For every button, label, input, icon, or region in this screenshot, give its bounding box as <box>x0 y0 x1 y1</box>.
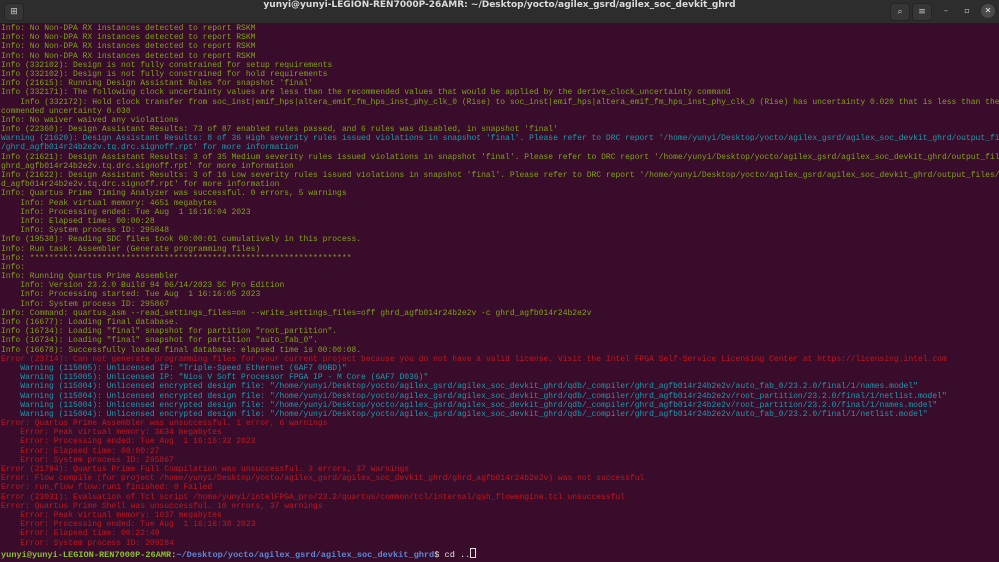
info-line: Info (16734): Loading "final" snapshot f… <box>1 336 318 346</box>
error-line: Error: run_flow flow:run1 finished: 0 Fa… <box>1 483 213 493</box>
warning-line: Warning (115004): Unlicensed encrypted d… <box>1 391 947 401</box>
info-line: Info (16678): Successfully loaded final … <box>1 345 362 355</box>
info-line: Info: No Non-DPA RX instances detected t… <box>1 33 256 43</box>
warning-line: Warning (115005): Unlicensed IP: "Nios V… <box>1 373 429 383</box>
info-line: Info (21622): Design Assistant Results: … <box>1 171 999 180</box>
info-line: Info: No Non-DPA RX instances detected t… <box>1 24 256 33</box>
shell-prompt-line[interactable]: yunyi@yunyi-LEGION-REN7000P-26AMR:~/Desk… <box>1 547 999 560</box>
info-line: Info: No Non-DPA RX instances detected t… <box>1 42 256 52</box>
info-line: Info: Processing started: Tue Aug 1 16:1… <box>1 290 261 300</box>
info-line: Info: Command: quartus_asm --read_settin… <box>1 308 592 318</box>
info-line: Info: Elapsed time: 00:00:28 <box>1 216 155 226</box>
info-line: Info: Run task: Assembler (Generate prog… <box>1 244 261 254</box>
prompt-symbol: $ <box>434 549 445 560</box>
info-line: Info (332102): Design is not fully const… <box>1 69 328 79</box>
info-line: commended uncertainty 0.030 <box>1 106 131 116</box>
warning-line: Warning (115005): Unlicensed IP: "Triple… <box>1 363 347 373</box>
maximize-button[interactable]: ▫ <box>960 4 974 18</box>
info-line: Info (332171): The following clock uncer… <box>1 88 731 98</box>
warning-line: /ghrd_agfb014r24b2e2v.tq.drc.signoff.rpt… <box>1 143 299 153</box>
info-line: Info: No waiver waived any violations <box>1 115 179 125</box>
info-line: Info: System process ID: 295867 <box>1 299 170 309</box>
warning-line: Warning (115004): Unlicensed encrypted d… <box>1 409 928 419</box>
error-line: Error: Peak virtual memory: 3634 megabyt… <box>1 428 222 438</box>
info-line: Info: System process ID: 295848 <box>1 226 170 236</box>
info-line: Info (22360): Design Assistant Results: … <box>1 125 558 135</box>
text-cursor <box>470 547 477 558</box>
warning-line: Warning (21620): Design Assistant Result… <box>1 134 999 144</box>
info-line: Info: Version 23.2.0 Build 94 06/14/2023… <box>1 281 285 291</box>
minimize-button[interactable]: – <box>939 4 953 18</box>
prompt-user-host: yunyi@yunyi-LEGION-REN7000P-26AMR <box>1 549 172 560</box>
error-line: Error (21794): Quartus Prime Full Compil… <box>1 465 410 474</box>
info-line: Info: Running Quartus Prime Assembler <box>1 272 179 282</box>
prompt-path: ~/Desktop/yocto/agilex_gsrd/agilex_soc_d… <box>176 549 435 560</box>
terminal-output[interactable]: Info: No Non-DPA RX instances detected t… <box>1 24 999 562</box>
warning-line: Warning (115004): Unlicensed encrypted d… <box>1 382 918 392</box>
info-line: Info: Processing ended: Tue Aug 1 16:16:… <box>1 207 251 217</box>
info-line: Info (16734): Loading "final" snapshot f… <box>1 327 338 337</box>
error-line: Error (23031): Evaluation of Tcl script … <box>1 492 626 502</box>
title-bar: ⊞ yunyi@yunyi-LEGION-REN7000P-26AMR: ~/D… <box>0 0 999 24</box>
error-line: Error: Quartus Prime Assembler was unsuc… <box>1 419 328 429</box>
maximize-icon: ▫ <box>964 6 970 15</box>
info-line: Info: Quartus Prime Timing Analyzer was … <box>1 189 347 199</box>
info-line: Info: **********************************… <box>1 253 352 263</box>
info-line: Info: <box>1 262 30 272</box>
warning-line: Warning (115004): Unlicensed encrypted d… <box>1 400 938 410</box>
info-line: Info (19538): Reading SDC files took 00:… <box>1 235 362 245</box>
error-line: Error: Processing ended: Tue Aug 1 16:16… <box>1 520 256 530</box>
error-line: Error: Elapsed time: 00:22:49 <box>1 529 160 539</box>
window-title: yunyi@yunyi-LEGION-REN7000P-26AMR: ~/Des… <box>263 0 736 10</box>
info-line: Info: No Non-DPA RX instances detected t… <box>1 51 256 61</box>
close-icon: ✕ <box>984 6 992 15</box>
command-input[interactable]: cd .. <box>445 550 471 560</box>
minimize-icon: – <box>944 6 948 15</box>
error-line: Error: Peak virtual memory: 1037 megabyt… <box>1 510 222 520</box>
error-line: Error: Elapsed time: 00:00:27 <box>1 446 160 456</box>
menu-button[interactable]: ≡ <box>912 3 932 21</box>
search-icon: ⌕ <box>897 7 903 17</box>
error-line: Error: System process ID: 295867 <box>1 455 174 465</box>
hamburger-menu-icon: ≡ <box>918 7 926 17</box>
info-line: Info: Peak virtual memory: 4651 megabyte… <box>1 198 218 208</box>
info-line: Info (21615): Running Design Assistant R… <box>1 79 314 89</box>
error-line: Error: Flow compile (for project /home/y… <box>1 474 645 484</box>
search-button[interactable]: ⌕ <box>890 3 910 21</box>
info-line: Info (21621): Design Assistant Results: … <box>1 152 999 162</box>
info-line: Info (16677): Loading final database. <box>1 318 179 327</box>
close-button[interactable]: ✕ <box>981 4 995 18</box>
info-line: d_agfb014r24b2e2v.tq.drc.signoff.rpt' fo… <box>1 180 280 190</box>
error-line: Error (23714): Can not generate programm… <box>1 354 947 364</box>
error-line: Error: Processing ended: Tue Aug 1 16:16… <box>1 437 256 447</box>
info-line: Info (332172): Hold clock transfer from … <box>1 97 999 107</box>
error-line: Error: Quartus Prime Shell was unsuccess… <box>1 501 323 511</box>
error-line: Error: System process ID: 209284 <box>1 538 174 548</box>
info-line: ghrd_agfb014r24b2e2v.tq.drc.signoff.rpt'… <box>1 161 294 171</box>
output-lines: Info: No Non-DPA RX instances detected t… <box>1 24 999 548</box>
info-line: Info (332102): Design is not fully const… <box>1 60 333 70</box>
